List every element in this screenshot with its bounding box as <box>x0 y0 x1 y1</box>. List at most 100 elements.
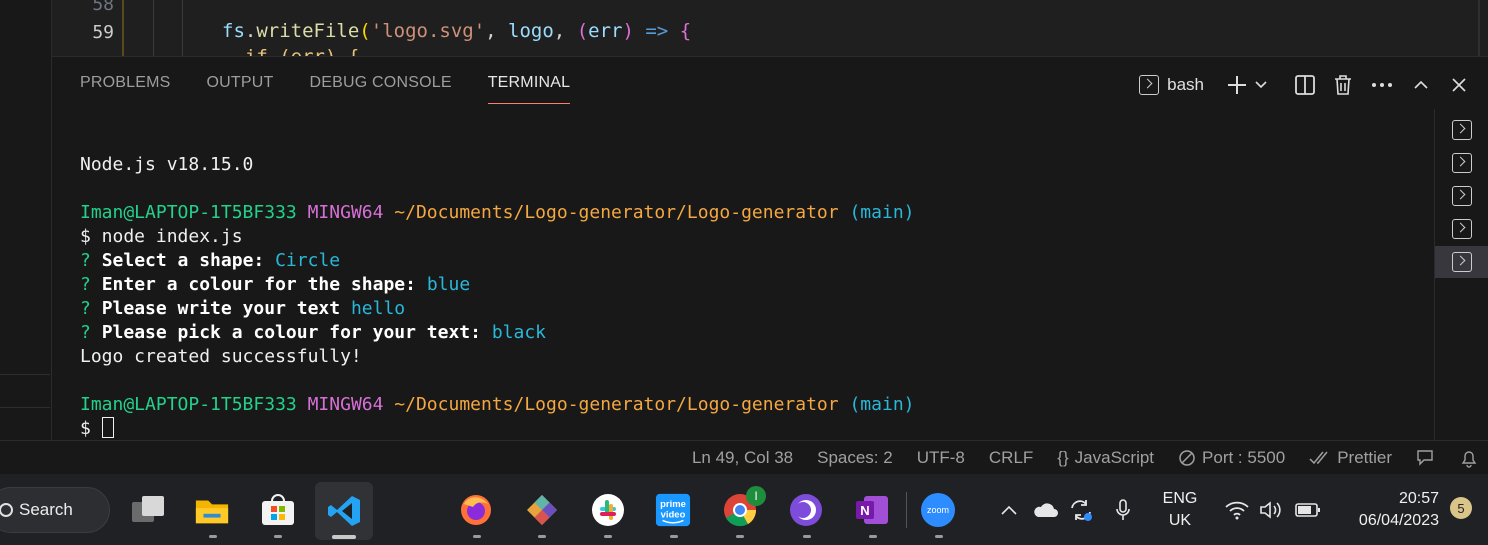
terminal-result-line: Logo created successfully! <box>80 346 362 367</box>
chevron-up-icon <box>1001 505 1017 515</box>
prompt-branch: (main) <box>849 202 915 223</box>
prompt-path: ~/Documents/Logo-generator/Logo-generato… <box>394 202 839 223</box>
running-indicator <box>803 535 811 538</box>
terminal-icon <box>1452 153 1472 173</box>
status-prettier[interactable]: Prettier <box>1309 448 1392 468</box>
status-cursor-position[interactable]: Ln 49, Col 38 <box>692 448 793 468</box>
code-token: . <box>244 20 257 42</box>
terminal-instance-2[interactable] <box>1435 147 1488 179</box>
tor-browser-button[interactable] <box>788 492 824 528</box>
show-hidden-icons-button[interactable] <box>996 474 1022 545</box>
status-feedback[interactable] <box>1416 448 1436 468</box>
onenote-icon: N <box>856 496 888 524</box>
status-eol[interactable]: CRLF <box>989 448 1033 468</box>
vscode-button[interactable] <box>315 482 373 540</box>
slack-icon <box>592 494 624 526</box>
prime-video-button[interactable]: prime video <box>655 492 691 528</box>
terminal-shell-selector[interactable]: bash <box>1139 71 1224 99</box>
code-token: fs <box>222 20 245 42</box>
folder-icon <box>195 500 229 524</box>
store-icon <box>262 494 294 525</box>
running-indicator <box>473 535 481 538</box>
double-check-icon <box>1309 451 1328 464</box>
status-notifications[interactable] <box>1460 448 1478 468</box>
sync-tray[interactable] <box>1066 474 1096 545</box>
status-encoding[interactable]: UTF-8 <box>917 448 965 468</box>
trash-icon <box>1335 75 1351 95</box>
feedback-icon <box>1417 449 1433 466</box>
code-token: 'logo.svg' <box>370 20 486 42</box>
notification-badge[interactable]: 5 <box>1450 497 1472 519</box>
running-indicator <box>935 535 943 538</box>
terminal-icon <box>1452 120 1472 140</box>
onenote-button[interactable]: N <box>854 492 890 528</box>
code-line-59[interactable]: fs.writeFile('logo.svg', logo, (err) => … <box>222 20 691 42</box>
search-label: Search <box>19 500 73 519</box>
code-token: err <box>588 20 623 42</box>
file-explorer-button[interactable] <box>194 492 230 528</box>
qa-question: Enter a colour for the shape: <box>101 274 416 295</box>
firefox-button[interactable] <box>458 492 494 528</box>
slack-button[interactable] <box>590 492 626 528</box>
code-token: writeFile <box>256 20 360 42</box>
terminal-instance-1[interactable] <box>1435 114 1488 146</box>
wifi-tray[interactable] <box>1222 474 1252 545</box>
onedrive-tray[interactable] <box>1030 474 1060 545</box>
status-language-mode[interactable]: {} JavaScript <box>1057 448 1154 468</box>
zoom-icon: zoom <box>921 493 955 527</box>
tab-problems[interactable]: PROBLEMS <box>80 74 171 104</box>
chevron-down-icon <box>1255 81 1267 89</box>
status-live-server[interactable]: Port : 5500 <box>1178 448 1285 468</box>
running-indicator <box>736 535 744 538</box>
running-indicator <box>670 535 678 538</box>
terminal-qa-line: ? Select a shape: Circle <box>80 249 915 273</box>
terminal-input-line[interactable]: $ <box>80 417 915 441</box>
shell-label: bash <box>1167 75 1204 94</box>
microsoft-store-button[interactable] <box>260 492 296 528</box>
code-editor[interactable]: 58 59 fs.writeFile('logo.svg', logo, (er… <box>0 0 1488 56</box>
clock-text: 20:57 06/04/2023 <box>1339 488 1439 532</box>
tab-terminal[interactable]: TERMINAL <box>487 74 571 104</box>
volume-tray[interactable] <box>1256 474 1286 545</box>
terminal-instance-3[interactable] <box>1435 180 1488 212</box>
terminal-instance-5[interactable] <box>1435 246 1488 278</box>
split-terminal-button[interactable] <box>1286 71 1324 99</box>
line-number-58: 58 <box>92 0 114 15</box>
more-actions-button[interactable] <box>1362 71 1402 99</box>
task-view-icon <box>132 496 164 522</box>
terminal-profiles-dropdown[interactable] <box>1250 71 1272 99</box>
status-indentation[interactable]: Spaces: 2 <box>817 448 893 468</box>
qa-question: Please write your text <box>101 298 341 319</box>
code-token: logo <box>508 20 554 42</box>
close-icon <box>1452 78 1466 92</box>
firefox-icon <box>461 495 491 525</box>
terminal-icon <box>1139 75 1160 95</box>
terminal-output[interactable]: Node.js v18.15.0 Iman@LAPTOP-1T5BF333 MI… <box>80 153 915 441</box>
terminal-instance-4[interactable] <box>1435 213 1488 245</box>
prompt-env: MINGW64 <box>307 394 384 415</box>
taskbar-search[interactable]: Search <box>0 487 110 533</box>
terminal-qa-line: ? Enter a colour for the shape: blue <box>80 273 915 297</box>
running-indicator <box>538 535 546 538</box>
tab-debug-console[interactable]: DEBUG CONSOLE <box>310 74 452 104</box>
task-view-button[interactable] <box>130 492 166 528</box>
prettier-label: Prettier <box>1337 447 1392 467</box>
kill-terminal-button[interactable] <box>1324 71 1362 99</box>
tab-output[interactable]: OUTPUT <box>207 74 274 104</box>
clock[interactable]: 20:57 06/04/2023 <box>1336 474 1442 545</box>
battery-tray[interactable] <box>1292 474 1324 545</box>
git-app-button[interactable] <box>524 492 560 528</box>
chrome-profile-badge: I <box>746 486 766 506</box>
editor-scrollbar[interactable] <box>1478 0 1480 56</box>
microphone-tray[interactable] <box>1110 474 1136 545</box>
new-terminal-button[interactable] <box>1224 71 1250 99</box>
taskbar-divider <box>906 492 907 528</box>
maximize-panel-button[interactable] <box>1402 71 1440 99</box>
input-language-indicator[interactable]: ENG UK <box>1150 474 1210 545</box>
zoom-button[interactable]: zoom <box>920 492 956 528</box>
qa-mark: ? <box>80 322 91 343</box>
sidebar-remnant <box>0 56 52 440</box>
close-panel-button[interactable] <box>1440 71 1478 99</box>
